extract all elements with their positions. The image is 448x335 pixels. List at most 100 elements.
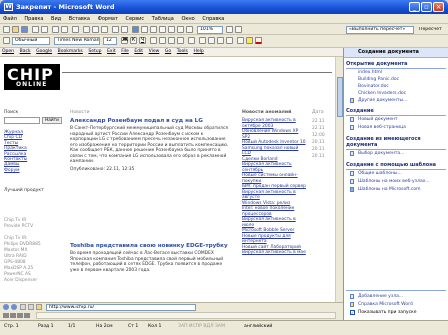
ie-edit[interactable]: Edit xyxy=(132,48,145,55)
list-item[interactable]: Вирусная активность в октябре 2003 xyxy=(242,118,306,129)
drawing-icon[interactable] xyxy=(168,26,175,33)
menu-file[interactable]: Файл xyxy=(0,14,20,24)
vertical-scrollbar[interactable] xyxy=(335,57,343,302)
menu-table[interactable]: Таблица xyxy=(149,14,177,24)
ie-view[interactable]: View xyxy=(147,48,162,55)
style-select[interactable]: Обычный xyxy=(12,36,50,45)
nav-item-forum[interactable]: Форум xyxy=(4,168,34,173)
more-documents-link[interactable]: Другие документы... xyxy=(358,98,407,103)
minimize-button[interactable]: _ xyxy=(409,2,420,12)
cut-icon[interactable] xyxy=(83,26,90,33)
general-templates-link[interactable]: Общие шаблоны... xyxy=(358,171,402,176)
list-item[interactable]: Вирусная активность сентябрь xyxy=(242,162,306,173)
forward-icon[interactable] xyxy=(11,304,17,310)
font-color-icon[interactable] xyxy=(255,37,262,44)
print-view-icon[interactable] xyxy=(17,313,23,318)
recent-file[interactable]: index.html xyxy=(358,70,382,75)
ie-go[interactable]: Go xyxy=(163,48,173,55)
help-icon[interactable] xyxy=(226,26,233,33)
font-size-select[interactable]: 12 xyxy=(103,36,117,45)
list-item[interactable]: Обновление Windows XP SP2 xyxy=(242,129,306,140)
styles-icon[interactable] xyxy=(3,37,10,44)
list-item[interactable]: Intel: новое поколение процессоров xyxy=(242,206,306,217)
stop-icon[interactable] xyxy=(20,304,26,310)
ask-question-box[interactable]: «Выполнить пересчет» xyxy=(346,25,414,34)
zoom-select[interactable]: 101% xyxy=(197,25,223,34)
docmap-icon[interactable] xyxy=(177,26,184,33)
align-left-icon[interactable] xyxy=(150,37,157,44)
ie-open[interactable]: Open xyxy=(0,48,16,55)
list-item[interactable]: Вирусная активность в августе xyxy=(242,190,306,201)
web-view-icon[interactable] xyxy=(10,313,16,318)
home-icon[interactable] xyxy=(36,304,42,310)
normal-view-icon[interactable] xyxy=(3,313,9,318)
ie-setup[interactable]: Setup xyxy=(86,48,103,55)
ie-google[interactable]: Google xyxy=(34,48,54,55)
justify-icon[interactable] xyxy=(177,37,184,44)
recent-file[interactable]: Bovinator.doc xyxy=(358,84,389,89)
decrease-indent-icon[interactable] xyxy=(217,37,224,44)
menu-edit[interactable]: Правка xyxy=(21,14,46,24)
ie-tools[interactable]: Tools xyxy=(175,48,190,55)
permission-icon[interactable] xyxy=(32,26,39,33)
list-item[interactable]: IBM: продан первый сервер xyxy=(242,184,306,190)
numbering-icon[interactable] xyxy=(199,37,206,44)
paste-icon[interactable] xyxy=(101,26,108,33)
save-icon[interactable] xyxy=(21,26,28,33)
ie-bookmarks[interactable]: Bookmarks xyxy=(56,48,85,55)
add-place-link[interactable]: Добавление узла... xyxy=(358,294,403,299)
article-title[interactable]: Toshiba представила свою новинку EDGE-тр… xyxy=(70,243,230,249)
highlight-icon[interactable] xyxy=(246,37,253,44)
new-icon[interactable] xyxy=(3,26,10,33)
email-icon[interactable] xyxy=(41,26,48,33)
excel-icon[interactable] xyxy=(150,26,157,33)
redo-icon[interactable] xyxy=(121,26,128,33)
increase-indent-icon[interactable] xyxy=(226,37,233,44)
ie-help[interactable]: Help xyxy=(191,48,205,55)
ms-templates-link[interactable]: Шаблоны на Microsoft.com xyxy=(358,187,421,192)
refresh-icon[interactable] xyxy=(28,304,34,310)
read-icon[interactable] xyxy=(235,26,242,33)
ie-exit[interactable]: Exit xyxy=(105,48,118,55)
print-icon[interactable] xyxy=(52,26,59,33)
horizontal-scrollbar[interactable] xyxy=(36,312,336,319)
underline-icon[interactable]: Ч xyxy=(139,37,146,44)
choose-document-link[interactable]: Выбор документа... xyxy=(358,151,404,156)
recent-file[interactable]: Chicken Invaders.doc xyxy=(358,91,406,96)
outline-view-icon[interactable] xyxy=(24,313,30,318)
new-document-link[interactable]: Новый документ xyxy=(358,117,398,122)
show-at-startup-checkbox[interactable]: ✓ xyxy=(350,310,355,315)
spelling-icon[interactable] xyxy=(72,26,79,33)
bullets-icon[interactable] xyxy=(208,37,215,44)
back-icon[interactable] xyxy=(3,304,9,310)
list-item[interactable]: Новый Autodesk Inventor 10 xyxy=(242,140,306,146)
search-button[interactable]: Найти xyxy=(42,117,62,124)
web-templates-link[interactable]: Шаблоны на моих веб-узлах... xyxy=(358,179,430,184)
preview-icon[interactable] xyxy=(61,26,68,33)
border-icon[interactable] xyxy=(237,37,244,44)
menu-view[interactable]: Вид xyxy=(48,14,64,24)
table-icon[interactable] xyxy=(141,26,148,33)
hyperlink-icon[interactable] xyxy=(132,26,139,33)
menu-window[interactable]: Окно xyxy=(178,14,197,24)
menu-help[interactable]: Справка xyxy=(199,14,227,24)
font-select[interactable]: Times New Roman xyxy=(54,36,100,45)
chip-online-logo[interactable]: CHIP ONLINE xyxy=(4,64,60,90)
line-spacing-icon[interactable] xyxy=(188,37,195,44)
undo-icon[interactable] xyxy=(112,26,119,33)
list-item[interactable]: Новые продукты для интернета xyxy=(242,234,306,245)
maximize-button[interactable]: ▫ xyxy=(421,2,432,12)
copy-icon[interactable] xyxy=(92,26,99,33)
menu-tools[interactable]: Сервис xyxy=(122,14,147,24)
new-webpage-link[interactable]: Новая веб-страница xyxy=(358,125,406,130)
align-right-icon[interactable] xyxy=(168,37,175,44)
ie-back[interactable]: Back xyxy=(18,48,33,55)
align-center-icon[interactable] xyxy=(159,37,166,44)
list-item[interactable]: Samsung показал новый LCD xyxy=(242,146,306,157)
open-icon[interactable] xyxy=(12,26,19,33)
ie-file[interactable]: File xyxy=(119,48,131,55)
show-marks-icon[interactable] xyxy=(186,26,193,33)
columns-icon[interactable] xyxy=(159,26,166,33)
recent-file[interactable]: Building Panic.doc xyxy=(358,77,399,82)
word-help-link[interactable]: Справка Microsoft Word xyxy=(358,302,413,307)
